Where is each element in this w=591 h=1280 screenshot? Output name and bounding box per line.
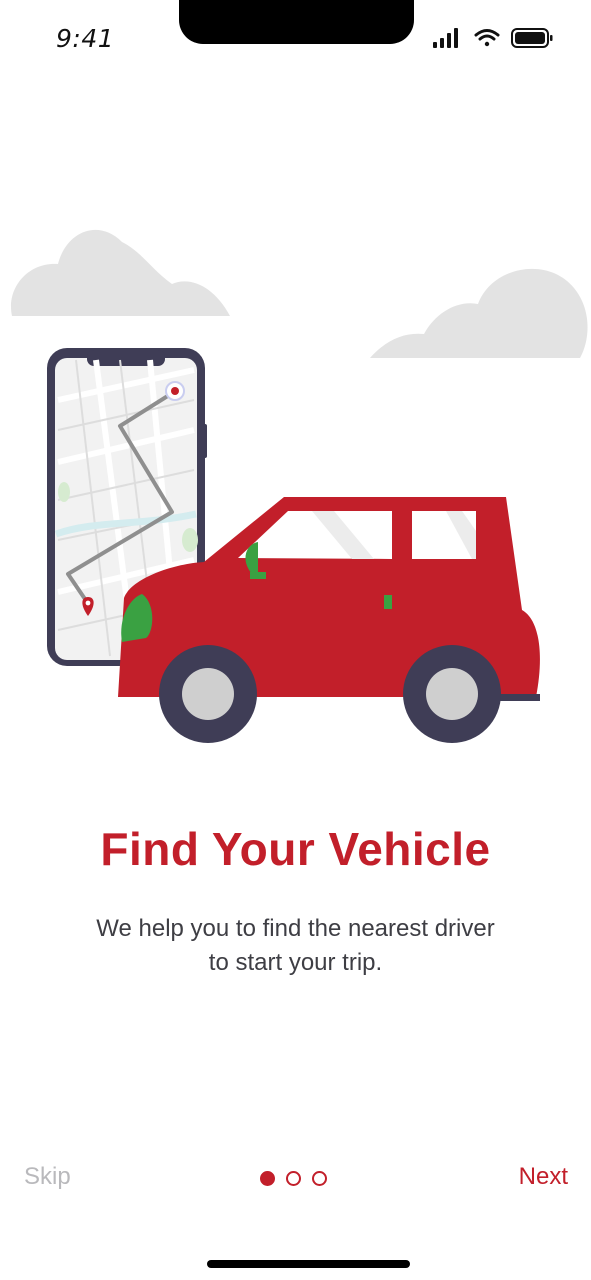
- battery-icon: [511, 28, 553, 48]
- onboarding-title: Find Your Vehicle: [100, 823, 491, 875]
- status-time: 9:41: [56, 24, 115, 53]
- status-bar: 9:41: [0, 0, 591, 80]
- cellular-signal-icon: [433, 28, 458, 48]
- home-indicator: [207, 1260, 410, 1268]
- wifi-icon: [474, 29, 500, 47]
- page-dot-2[interactable]: [286, 1171, 301, 1186]
- device-notch: [179, 0, 414, 44]
- cloud-icon: [11, 229, 231, 316]
- page-dot-3[interactable]: [312, 1171, 327, 1186]
- page-dot-1[interactable]: [260, 1171, 275, 1186]
- skip-button[interactable]: Skip: [24, 1163, 71, 1191]
- status-icons: [433, 28, 553, 48]
- next-button[interactable]: Next: [519, 1163, 568, 1191]
- onboarding-subtitle: We help you to find the nearest driver t…: [96, 915, 495, 976]
- cloud-icon: [370, 268, 588, 358]
- onboarding-illustration: [11, 229, 588, 743]
- pagination-dots: [260, 1171, 327, 1187]
